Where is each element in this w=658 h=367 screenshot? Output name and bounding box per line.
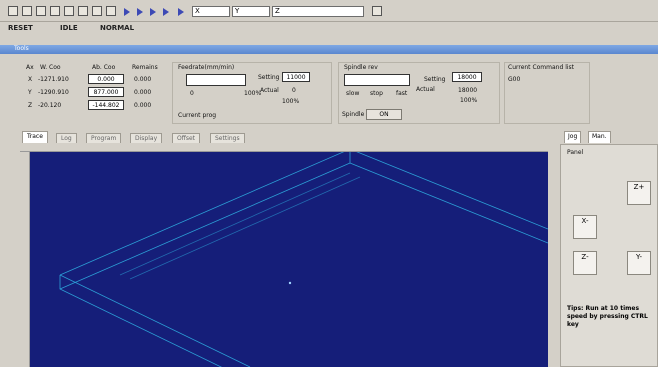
status-idle: IDLE (60, 24, 78, 32)
tab-log[interactable]: Log (56, 133, 77, 143)
origin-point (288, 281, 292, 285)
feedrate-scale-right: 100% (244, 90, 262, 97)
axis-z-rem: 0.000 (134, 102, 152, 109)
status-reset: RESET (8, 24, 33, 32)
person-icon[interactable] (92, 6, 102, 16)
stop-icon[interactable] (178, 8, 184, 16)
spindle-actual-value: 18000 (458, 87, 478, 94)
x-input[interactable]: X (192, 6, 230, 17)
feedrate-slider[interactable] (186, 74, 246, 86)
wire-top-left (59, 274, 251, 367)
axis-x-ab[interactable]: 0.000 (88, 74, 124, 84)
monitor-icon[interactable] (50, 6, 60, 16)
tab-offset[interactable]: Offset (172, 133, 201, 143)
feed-current-prog: Current prog (178, 112, 217, 119)
tab-program[interactable]: Program (86, 133, 122, 143)
spindle-scale-fast: fast (396, 90, 408, 97)
spindle-percent: 100% (460, 97, 478, 104)
side-panel: Jog Man. Panel Z+ X- Z- Y- Tips: Run at … (554, 130, 658, 367)
play-icon[interactable] (124, 8, 130, 16)
spindle-label: Spindle (342, 111, 365, 118)
feed-actual-label: Actual (260, 87, 279, 94)
jog-panel: Panel Z+ X- Z- Y- Tips: Run at 10 times … (560, 144, 658, 367)
axis-y-label: Y (28, 89, 32, 96)
feedrate-scale-left: 0 (190, 90, 194, 97)
axis-x-w: -1271.910 (38, 76, 69, 83)
feedrate-title: Feedrate(mm/min) (178, 64, 235, 71)
tool-icon[interactable] (78, 6, 88, 16)
spindle-setting-value[interactable]: 18000 (452, 72, 482, 82)
tips-text: Tips: Run at 10 times speed by pressing … (567, 305, 648, 328)
jog-z-minus-button[interactable]: Z- (573, 251, 597, 275)
tab-trace[interactable]: Trace (22, 131, 48, 143)
settings-icon[interactable] (106, 6, 116, 16)
spindle-on-button[interactable]: ON (366, 109, 402, 120)
y-input[interactable]: Y (232, 6, 270, 17)
toolbar: X Y Z (0, 0, 658, 22)
axis-y-w: -1290.910 (38, 89, 69, 96)
axis-z-ab[interactable]: -144.802 (88, 100, 124, 110)
measure-icon[interactable] (64, 6, 74, 16)
calculator-icon[interactable] (372, 6, 382, 16)
feed-actual-value: 0 (292, 87, 296, 94)
view-tabs: Trace Log Program Display Offset Setting… (20, 130, 548, 144)
command-frame (504, 62, 590, 124)
side-tab-jog[interactable]: Jog (564, 131, 582, 143)
axis-z-label: Z (28, 102, 33, 109)
axis-y-rem: 0.000 (134, 89, 152, 96)
status-row: RESET IDLE NORMAL (0, 22, 658, 35)
spindle-title: Spindle rev (344, 64, 378, 71)
col-wcoo: W. Coo (40, 64, 61, 71)
axis-y-ab[interactable]: 877.000 (88, 87, 124, 97)
status-normal: NORMAL (100, 24, 135, 32)
zoom-icon[interactable] (22, 6, 32, 16)
wire-top-back (59, 148, 549, 276)
panel-titlebar: Tools (0, 45, 658, 54)
col-abcoo: Ab. Coo (92, 64, 116, 71)
wire-inner-2 (129, 176, 361, 280)
home-icon[interactable] (8, 6, 18, 16)
axis-x-label: X (28, 76, 33, 83)
z-input[interactable]: Z (272, 6, 364, 17)
spindle-setting-label: Setting (424, 76, 446, 83)
wire-bottom-right (349, 162, 549, 244)
axis-x-rem: 0.000 (134, 76, 152, 83)
window-icon[interactable] (36, 6, 46, 16)
jog-y-minus-button[interactable]: Y- (627, 251, 651, 275)
col-remains: Remains (132, 64, 158, 71)
forward-icon[interactable] (150, 8, 156, 16)
step-icon[interactable] (137, 8, 143, 16)
machine-panel: Ax W. Coo Ab. Coo Remains X -1271.910 0.… (20, 60, 640, 128)
panel-label: Panel (567, 149, 584, 156)
axis-z-w: -20.120 (38, 102, 62, 109)
spindle-slider[interactable] (344, 74, 410, 86)
skip-icon[interactable] (163, 8, 169, 16)
tab-settings[interactable]: Settings (210, 133, 245, 143)
wire-bottom-back (59, 162, 351, 290)
spindle-actual-label: Actual (416, 86, 435, 93)
ruler-left (20, 152, 30, 367)
tab-display[interactable]: Display (130, 133, 163, 143)
feed-setting-value[interactable]: 11000 (282, 72, 310, 82)
ruler-top (20, 143, 548, 152)
command-value: G00 (508, 76, 521, 83)
col-axis: Ax (26, 64, 34, 71)
toolpath-viewport[interactable] (20, 143, 549, 367)
wire-inner-1 (119, 172, 351, 276)
side-tab-man[interactable]: Man. (588, 131, 611, 143)
feed-setting-label: Setting (258, 74, 280, 81)
feed-percent: 100% (282, 98, 300, 105)
jog-x-minus-button[interactable]: X- (573, 215, 597, 239)
spindle-scale-slow: slow (346, 90, 360, 97)
panel-title: Tools (14, 45, 29, 52)
jog-z-plus-button[interactable]: Z+ (627, 181, 651, 205)
spindle-scale-stop: stop (370, 90, 383, 97)
command-title: Current Command list (508, 64, 574, 71)
wireframe-drawing (59, 148, 549, 367)
